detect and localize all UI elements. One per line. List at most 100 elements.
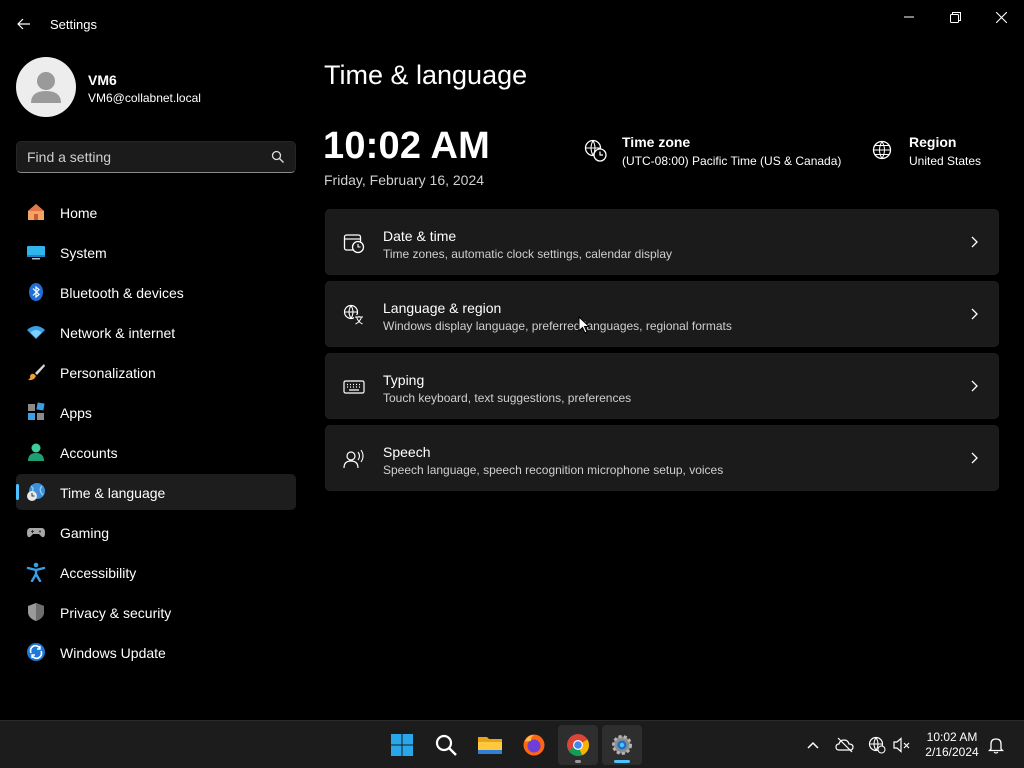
card-subtitle: Windows display language, preferred lang… — [383, 319, 732, 333]
sidebar-item-label: Privacy & security — [60, 605, 172, 621]
bluetooth-icon — [29, 283, 43, 301]
region-title: Region — [909, 134, 957, 150]
gamepad-icon — [27, 528, 45, 538]
language-icon — [343, 304, 364, 325]
timezone-value: (UTC-08:00) Pacific Time (US & Canada) — [622, 154, 842, 168]
sidebar-item-label: Home — [60, 205, 98, 221]
keyboard-icon — [343, 380, 365, 394]
timezone-info: Time zone (UTC-08:00) Pacific Time (US &… — [584, 131, 854, 181]
calendar-clock-icon — [343, 234, 365, 254]
chrome-icon — [567, 734, 590, 757]
volume-tray-button[interactable] — [892, 735, 912, 755]
taskbar-search-button[interactable] — [426, 725, 466, 765]
card-title: Speech — [383, 444, 431, 460]
accounts-icon — [28, 443, 44, 461]
sidebar-item-windows-update[interactable]: Windows Update — [16, 634, 296, 670]
sidebar-item-label: Accounts — [60, 445, 118, 461]
shield-icon — [28, 603, 44, 621]
minimize-icon — [904, 16, 914, 18]
avatar[interactable] — [16, 57, 76, 117]
taskbar-clock[interactable]: 10:02 AM 2/16/2024 — [916, 730, 988, 760]
sidebar-item-bluetooth[interactable]: Bluetooth & devices — [16, 274, 296, 310]
card-subtitle: Speech language, speech recognition micr… — [383, 463, 724, 477]
current-date: Friday, February 16, 2024 — [324, 172, 485, 188]
sidebar-item-label: Bluetooth & devices — [60, 285, 184, 301]
sidebar-item-label: System — [60, 245, 107, 261]
volume-muted-icon — [893, 737, 910, 753]
user-name: VM6 — [88, 72, 117, 88]
globe-network-icon — [868, 736, 886, 754]
search-input[interactable] — [17, 142, 257, 172]
card-typing[interactable]: Typing Touch keyboard, text suggestions,… — [325, 353, 999, 419]
chrome-indicator — [575, 760, 581, 763]
timezone-globe-clock-icon — [584, 139, 607, 162]
sidebar-item-label: Personalization — [60, 365, 156, 381]
update-icon — [27, 643, 45, 661]
sidebar-item-apps[interactable]: Apps — [16, 394, 296, 430]
user-email: VM6@collabnet.local — [88, 91, 201, 105]
chevron-up-icon — [807, 741, 819, 749]
home-icon — [28, 204, 44, 220]
region-value: United States — [909, 154, 982, 168]
sidebar-item-gaming[interactable]: Gaming — [16, 514, 296, 550]
card-title: Date & time — [383, 228, 457, 244]
search-box[interactable] — [16, 141, 296, 173]
timezone-title: Time zone — [622, 134, 691, 150]
card-speech[interactable]: Speech Speech language, speech recogniti… — [325, 425, 999, 491]
time-language-icon — [27, 483, 45, 501]
chrome-button[interactable] — [558, 725, 598, 765]
bell-icon — [988, 738, 1004, 754]
back-button[interactable] — [12, 12, 36, 36]
wifi-icon — [27, 326, 45, 339]
file-explorer-button[interactable] — [470, 725, 510, 765]
sidebar-item-time-language[interactable]: Time & language — [16, 474, 296, 510]
card-subtitle: Time zones, automatic clock settings, ca… — [383, 247, 673, 261]
restore-button[interactable] — [932, 4, 978, 30]
sidebar-item-accessibility[interactable]: Accessibility — [16, 554, 296, 590]
taskbar: 10:02 AM 2/16/2024 — [0, 720, 1024, 768]
notifications-button[interactable] — [986, 735, 1006, 755]
chevron-right-icon — [971, 308, 978, 320]
sidebar-item-system[interactable]: System — [16, 234, 296, 270]
onedrive-tray-button[interactable] — [835, 735, 855, 755]
firefox-icon — [523, 734, 545, 756]
card-language-region[interactable]: Language & region Windows display langua… — [325, 281, 999, 347]
cloud-offline-icon — [835, 737, 854, 753]
card-date-time[interactable]: Date & time Time zones, automatic clock … — [325, 209, 999, 275]
brush-icon — [28, 364, 45, 381]
sidebar-nav: Home System Bluetooth & devices Network … — [16, 194, 296, 674]
sidebar-item-accounts[interactable]: Accounts — [16, 434, 296, 470]
search-icon[interactable] — [271, 150, 285, 164]
chevron-right-icon — [971, 236, 978, 248]
region-info: Region United States — [871, 131, 1001, 181]
firefox-button[interactable] — [514, 725, 554, 765]
accessibility-icon — [26, 562, 46, 582]
user-avatar-icon — [31, 72, 61, 103]
settings-cards: Date & time Time zones, automatic clock … — [325, 209, 999, 497]
sidebar-item-privacy[interactable]: Privacy & security — [16, 594, 296, 630]
card-title: Typing — [383, 372, 425, 388]
network-tray-button[interactable] — [867, 735, 887, 755]
sidebar-item-network[interactable]: Network & internet — [16, 314, 296, 350]
current-time: 10:02 AM — [323, 125, 491, 167]
chevron-right-icon — [971, 380, 978, 392]
sidebar-item-label: Apps — [60, 405, 92, 421]
close-icon — [995, 11, 1007, 23]
start-button[interactable] — [382, 725, 422, 765]
sidebar-item-label: Accessibility — [60, 565, 137, 581]
taskbar-time: 10:02 AM — [926, 730, 978, 744]
search-icon — [435, 734, 457, 756]
close-button[interactable] — [978, 4, 1024, 30]
settings-app-button[interactable] — [602, 725, 642, 765]
page-title: Time & language — [324, 60, 528, 90]
minimize-button[interactable] — [886, 4, 932, 30]
sidebar-item-label: Windows Update — [60, 645, 166, 661]
chevron-right-icon — [971, 452, 978, 464]
gear-icon — [612, 735, 632, 755]
tray-overflow-button[interactable] — [803, 735, 823, 755]
sidebar-item-home[interactable]: Home — [16, 194, 296, 230]
title-bar: Settings — [0, 0, 1024, 48]
sidebar-item-personalization[interactable]: Personalization — [16, 354, 296, 390]
speech-icon — [343, 449, 364, 469]
apps-icon — [28, 402, 45, 420]
